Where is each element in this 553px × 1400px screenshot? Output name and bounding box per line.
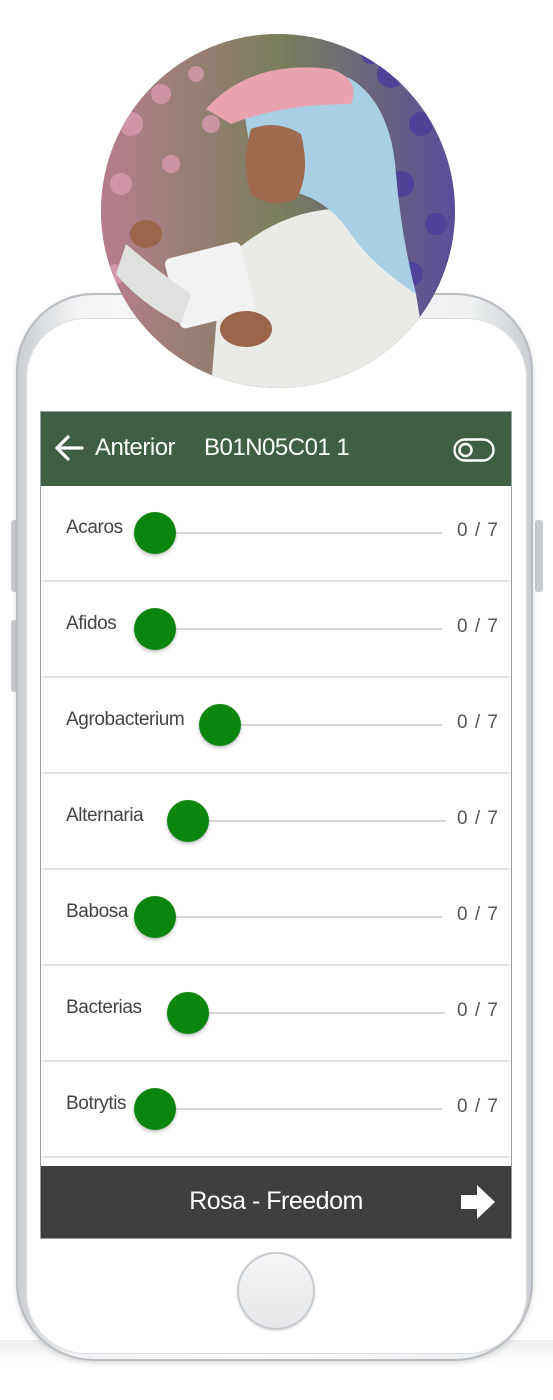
list-item: Babosa 0 / 7 bbox=[41, 870, 511, 966]
pest-count: 0 / 7 bbox=[457, 1000, 499, 1021]
slider-track[interactable] bbox=[156, 532, 442, 534]
pest-list: Acaros 0 / 7 Afidos 0 / 7 Agrobacterium … bbox=[41, 486, 511, 1158]
home-button[interactable] bbox=[237, 1252, 315, 1330]
toggle-icon[interactable] bbox=[453, 438, 495, 462]
app-header: Anterior B01N05C01 1 bbox=[41, 412, 511, 486]
slider-thumb[interactable] bbox=[199, 704, 241, 746]
slider-track[interactable] bbox=[156, 916, 442, 918]
slider-track[interactable] bbox=[156, 1108, 442, 1110]
pest-count: 0 / 7 bbox=[457, 616, 499, 637]
slider-thumb[interactable] bbox=[134, 512, 176, 554]
slider-track[interactable] bbox=[156, 628, 442, 630]
page-title: B01N05C01 1 bbox=[204, 434, 350, 461]
arrow-right-icon[interactable] bbox=[459, 1183, 497, 1221]
pest-count: 0 / 7 bbox=[457, 904, 499, 925]
list-item: Agrobacterium 0 / 7 bbox=[41, 678, 511, 774]
pest-count: 0 / 7 bbox=[457, 520, 499, 541]
list-item: Botrytis 0 / 7 bbox=[41, 1062, 511, 1158]
avatar-photo bbox=[101, 34, 455, 388]
pest-label: Alternaria bbox=[66, 805, 144, 826]
slider-thumb[interactable] bbox=[167, 992, 209, 1034]
pest-count: 0 / 7 bbox=[457, 1096, 499, 1117]
phone-power-button bbox=[535, 520, 543, 592]
pest-count: 0 / 7 bbox=[457, 808, 499, 829]
slider-track[interactable] bbox=[188, 1012, 445, 1014]
app-screen: Anterior B01N05C01 1 Acaros 0 / 7 Afidos… bbox=[41, 412, 511, 1238]
variety-label: Rosa - Freedom bbox=[189, 1187, 363, 1215]
pest-count: 0 / 7 bbox=[457, 712, 499, 733]
pest-label: Babosa bbox=[66, 901, 129, 922]
back-button[interactable]: Anterior bbox=[95, 434, 176, 462]
list-item: Alternaria 0 / 7 bbox=[41, 774, 511, 870]
slider-thumb[interactable] bbox=[134, 896, 176, 938]
pest-label: Agrobacterium bbox=[66, 709, 185, 730]
list-item: Acaros 0 / 7 bbox=[41, 486, 511, 582]
list-item: Bacterias 0 / 7 bbox=[41, 966, 511, 1062]
slider-track[interactable] bbox=[188, 820, 446, 822]
slider-thumb[interactable] bbox=[134, 1088, 176, 1130]
variety-footer-bar[interactable]: Rosa - Freedom bbox=[41, 1166, 511, 1238]
pest-label: Botrytis bbox=[66, 1093, 127, 1114]
slider-thumb[interactable] bbox=[167, 800, 209, 842]
pest-label: Afidos bbox=[66, 613, 117, 634]
list-item: Afidos 0 / 7 bbox=[41, 582, 511, 678]
pest-label: Acaros bbox=[66, 517, 123, 538]
arrow-left-icon[interactable] bbox=[53, 432, 85, 464]
slider-track[interactable] bbox=[221, 724, 442, 726]
slider-thumb[interactable] bbox=[134, 608, 176, 650]
pest-label: Bacterias bbox=[66, 997, 142, 1018]
